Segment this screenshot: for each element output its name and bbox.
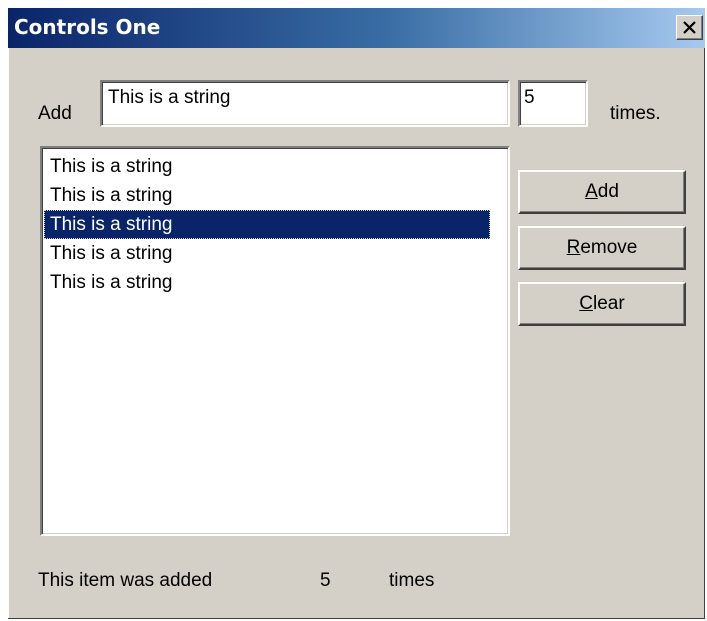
clear-button-label: lear: [593, 293, 625, 314]
times-label: times.: [610, 103, 661, 124]
string-input-value: This is a string: [108, 87, 231, 108]
add-button-label: dd: [597, 181, 619, 202]
list-item[interactable]: This is a string: [44, 210, 490, 239]
remove-button-mnemonic: R: [566, 237, 581, 258]
add-label: Add: [38, 103, 72, 124]
title-bar[interactable]: Controls One: [8, 8, 705, 48]
listbox-items: This is a string This is a string This is …: [44, 152, 490, 297]
remove-button-label: emove: [580, 237, 638, 258]
dialog-window: Controls One Add This is a string 5 time…: [8, 8, 705, 619]
string-input[interactable]: This is a string: [100, 80, 510, 127]
list-item[interactable]: This is a string: [44, 152, 490, 181]
list-item[interactable]: This is a string: [44, 181, 490, 210]
window-title: Controls One: [14, 15, 161, 39]
close-icon: [683, 21, 696, 34]
count-input-value: 5: [524, 87, 535, 108]
close-button[interactable]: [676, 15, 703, 40]
status-count: 5: [320, 570, 331, 591]
strings-listbox[interactable]: This is a string This is a string This is …: [40, 146, 510, 536]
status-prefix: This item was added: [38, 570, 213, 591]
remove-button[interactable]: Remove: [518, 226, 686, 270]
add-button[interactable]: Add: [518, 170, 686, 214]
list-item[interactable]: This is a string: [44, 239, 490, 268]
clear-button-mnemonic: C: [579, 293, 594, 314]
clear-button[interactable]: Clear: [518, 282, 686, 326]
list-item[interactable]: This is a string: [44, 268, 490, 297]
add-button-mnemonic: A: [585, 181, 598, 202]
count-input[interactable]: 5: [518, 80, 588, 127]
status-suffix: times: [389, 570, 435, 591]
